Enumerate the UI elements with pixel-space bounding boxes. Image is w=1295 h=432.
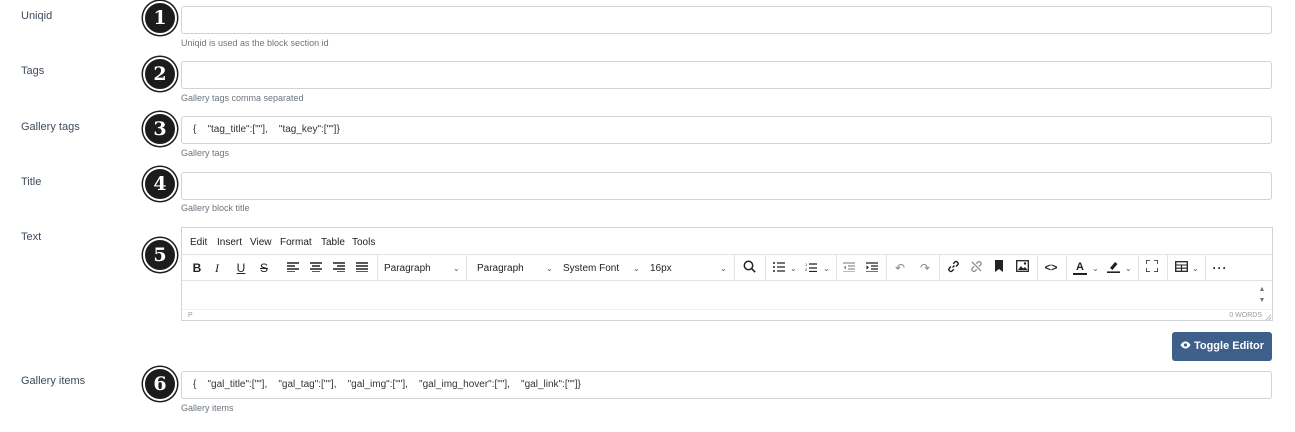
align-center-icon[interactable] bbox=[309, 260, 323, 277]
step-badge-1: 1 bbox=[143, 1, 177, 35]
editor-content-area[interactable] bbox=[182, 282, 1272, 309]
gallery-tags-label: Gallery tags bbox=[21, 121, 80, 133]
font-family-select[interactable]: System Font bbox=[563, 260, 633, 277]
gallery-items-input[interactable]: { "gal_title":[""], "gal_tag":[""], "gal… bbox=[181, 371, 1272, 399]
tags-hint: Gallery tags comma separated bbox=[181, 93, 304, 103]
text-color-icon[interactable]: A bbox=[1073, 260, 1087, 275]
align-left-icon[interactable] bbox=[286, 260, 300, 277]
chevron-down-icon: ⌄ bbox=[790, 264, 797, 273]
numbered-list-icon[interactable]: 12 bbox=[804, 260, 818, 277]
bookmark-icon[interactable] bbox=[992, 260, 1006, 277]
editor-toolbar: B I U S Paragraph ⌄ Paragraph ⌄ System F… bbox=[182, 254, 1272, 281]
uniqid-label: Uniqid bbox=[21, 10, 53, 22]
uniqid-input[interactable] bbox=[181, 6, 1272, 34]
redo-icon[interactable]: ↷ bbox=[918, 260, 932, 277]
menu-view[interactable]: View bbox=[250, 237, 272, 248]
uniqid-hint: Uniqid is used as the block section id bbox=[181, 38, 329, 48]
chevron-down-icon: ⌄ bbox=[453, 264, 460, 273]
step-badge-5: 5 bbox=[143, 238, 177, 272]
table-icon[interactable] bbox=[1174, 260, 1188, 277]
word-count: 0 WORDS bbox=[1229, 312, 1262, 319]
block-format-select-2[interactable]: Paragraph bbox=[477, 260, 547, 277]
strikethrough-icon[interactable]: S bbox=[257, 260, 271, 277]
menu-edit[interactable]: Edit bbox=[190, 237, 207, 248]
align-right-icon[interactable] bbox=[332, 260, 346, 277]
source-code-icon[interactable]: <> bbox=[1043, 260, 1059, 277]
block-format-select-1[interactable]: Paragraph bbox=[384, 260, 454, 277]
chevron-down-icon: ⌄ bbox=[720, 264, 727, 273]
editor-statusbar: P 0 WORDS bbox=[182, 309, 1272, 321]
resize-handle[interactable] bbox=[1265, 314, 1271, 320]
link-icon[interactable] bbox=[946, 260, 960, 277]
rich-text-editor: Edit Insert View Format Table Tools B I … bbox=[181, 227, 1273, 321]
editor-menubar: Edit Insert View Format Table Tools bbox=[182, 228, 1272, 254]
svg-text:2: 2 bbox=[805, 267, 808, 272]
eye-icon bbox=[1180, 332, 1191, 361]
bullet-list-icon[interactable] bbox=[772, 260, 786, 277]
undo-icon[interactable]: ↶ bbox=[893, 260, 907, 277]
title-hint: Gallery block title bbox=[181, 203, 250, 213]
chevron-down-icon: ⌄ bbox=[546, 264, 553, 273]
align-justify-icon[interactable] bbox=[355, 260, 369, 277]
tags-label: Tags bbox=[21, 65, 45, 77]
title-label: Title bbox=[21, 176, 42, 188]
step-badge-2: 2 bbox=[143, 57, 177, 91]
image-icon[interactable] bbox=[1015, 260, 1029, 277]
toggle-editor-label: Toggle Editor bbox=[1193, 340, 1265, 352]
search-icon[interactable] bbox=[741, 260, 757, 277]
menu-tools[interactable]: Tools bbox=[352, 237, 375, 248]
menu-format[interactable]: Format bbox=[280, 237, 312, 248]
step-badge-6: 6 bbox=[143, 367, 177, 401]
editor-scrollbar[interactable]: ▲ ▼ bbox=[1256, 284, 1268, 308]
text-label: Text bbox=[21, 231, 42, 243]
chevron-down-icon: ⌄ bbox=[1125, 264, 1132, 273]
italic-icon[interactable]: I bbox=[211, 260, 223, 277]
fullscreen-icon[interactable] bbox=[1145, 259, 1159, 277]
unlink-icon[interactable] bbox=[969, 260, 983, 277]
bold-icon[interactable]: B bbox=[190, 260, 204, 277]
underline-icon[interactable]: U bbox=[234, 260, 248, 277]
chevron-down-icon: ⌄ bbox=[633, 264, 640, 273]
menu-table[interactable]: Table bbox=[321, 237, 345, 248]
menu-insert[interactable]: Insert bbox=[217, 237, 242, 248]
indent-icon[interactable] bbox=[865, 260, 879, 277]
tags-input[interactable] bbox=[181, 61, 1272, 89]
chevron-down-icon: ⌄ bbox=[823, 264, 830, 273]
step-badge-4: 4 bbox=[143, 167, 177, 201]
toggle-editor-button[interactable]: Toggle Editor bbox=[1172, 332, 1272, 361]
gallery-items-label: Gallery items bbox=[21, 375, 86, 387]
outdent-icon[interactable] bbox=[842, 260, 856, 277]
gallery-items-hint: Gallery items bbox=[181, 403, 234, 413]
gallery-tags-input[interactable]: { "tag_title":[""], "tag_key":[""]} bbox=[181, 116, 1272, 144]
more-options-icon[interactable]: ··· bbox=[1212, 260, 1228, 277]
highlight-color-icon[interactable] bbox=[1106, 260, 1120, 277]
step-badge-3: 3 bbox=[143, 112, 177, 146]
chevron-down-icon: ⌄ bbox=[1092, 264, 1099, 273]
chevron-down-icon: ⌄ bbox=[1192, 264, 1199, 273]
font-size-select[interactable]: 16px bbox=[650, 260, 710, 277]
element-path[interactable]: P bbox=[188, 312, 193, 319]
gallery-tags-hint: Gallery tags bbox=[181, 148, 230, 158]
title-input[interactable] bbox=[181, 172, 1272, 200]
